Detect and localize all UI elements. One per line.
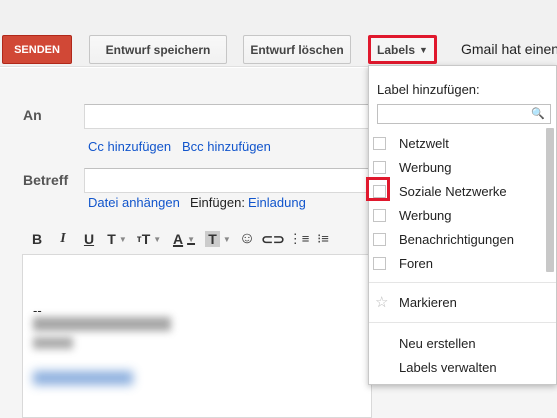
to-field[interactable] — [84, 104, 374, 129]
label-item-text: Werbung — [399, 159, 452, 175]
labels-button[interactable]: Labels ▼ — [368, 35, 437, 64]
save-draft-button[interactable]: Entwurf speichern — [89, 35, 227, 64]
dropdown-scrollbar[interactable] — [546, 128, 554, 272]
highlight-color-icon[interactable]: T ▼ — [202, 229, 234, 249]
signature-separator: -- — [33, 303, 42, 318]
emoji-icon[interactable]: ☺ — [234, 229, 260, 249]
font-family-icon[interactable]: T ▼ — [102, 229, 132, 249]
blurred-signature-link — [33, 371, 133, 385]
star-menu-item[interactable]: ☆ Markieren — [369, 291, 547, 313]
label-item[interactable]: Werbung — [369, 204, 547, 226]
label-item-text: Foren — [399, 255, 433, 271]
blurred-signature-name — [33, 317, 171, 331]
star-menu-label: Markieren — [399, 294, 457, 310]
link-icon[interactable]: ⊂⊃ — [260, 229, 286, 249]
create-label-text: Neu erstellen — [399, 335, 476, 351]
menu-divider — [369, 282, 556, 283]
search-icon: 🔍 — [531, 108, 545, 120]
bulleted-list-icon[interactable]: ⁝≡ — [312, 229, 334, 249]
label-checkbox[interactable] — [373, 256, 386, 270]
format-toolbar: B I U T ▼ т T ▼ A ▼ T ▼ ☺ ⊂⊃ ⋮≡ ⁝≡ — [24, 228, 334, 250]
blurred-signature-line — [33, 337, 73, 349]
chevron-down-icon: ▼ — [419, 44, 428, 55]
numbered-list-icon[interactable]: ⋮≡ — [286, 229, 312, 249]
label-checkbox[interactable] — [373, 160, 386, 174]
insert-label: Einfügen: — [190, 195, 245, 210]
create-label-item[interactable]: Neu erstellen — [369, 332, 547, 354]
label-item-text: Werbung — [399, 207, 452, 223]
invitation-link[interactable]: Einladung — [248, 195, 306, 210]
label-item[interactable]: Benachrichtigungen — [369, 228, 547, 250]
label-item-text: Netzwelt — [399, 135, 449, 151]
label-item[interactable]: Foren — [369, 252, 547, 274]
label-search-input[interactable]: 🔍 — [377, 104, 551, 124]
font-size-icon[interactable]: т T ▼ — [132, 229, 166, 249]
compose-toolbar: SENDEN Entwurf speichern Entwurf löschen… — [0, 0, 557, 67]
checkbox-highlight-marker — [366, 177, 390, 201]
gmail-notice: Gmail hat einen — [461, 41, 557, 57]
text-color-icon[interactable]: A ▼ — [166, 229, 202, 249]
to-label: An — [23, 107, 42, 123]
label-item-text: Benachrichtigungen — [399, 231, 514, 247]
subject-field[interactable] — [84, 168, 374, 193]
labels-dropdown: Label hinzufügen: 🔍 Netzwelt Werbung Soz… — [368, 65, 557, 385]
label-item[interactable]: Werbung — [369, 156, 547, 178]
add-label-heading: Label hinzufügen: — [377, 82, 480, 97]
label-checkbox[interactable] — [373, 208, 386, 222]
italic-icon[interactable]: I — [50, 229, 76, 249]
bcc-link[interactable]: Bcc hinzufügen — [182, 139, 271, 154]
manage-labels-text: Labels verwalten — [399, 359, 497, 375]
message-body[interactable]: -- — [22, 254, 372, 418]
star-icon: ☆ — [375, 294, 389, 311]
manage-labels-item[interactable]: Labels verwalten — [369, 356, 547, 378]
label-item[interactable]: Soziale Netzwerke — [369, 180, 547, 202]
send-button[interactable]: SENDEN — [2, 35, 72, 64]
subject-label: Betreff — [23, 172, 69, 188]
label-item-text: Soziale Netzwerke — [399, 183, 507, 199]
label-item[interactable]: Netzwelt — [369, 132, 547, 154]
cc-link[interactable]: Cc hinzufügen — [88, 139, 171, 154]
labels-button-label: Labels — [377, 42, 416, 57]
label-checkbox[interactable] — [373, 232, 386, 246]
label-checkbox[interactable] — [373, 136, 386, 150]
bold-icon[interactable]: B — [24, 229, 50, 249]
menu-divider — [369, 322, 556, 323]
discard-draft-button[interactable]: Entwurf löschen — [243, 35, 351, 64]
attach-file-link[interactable]: Datei anhängen — [88, 195, 180, 210]
underline-icon[interactable]: U — [76, 229, 102, 249]
